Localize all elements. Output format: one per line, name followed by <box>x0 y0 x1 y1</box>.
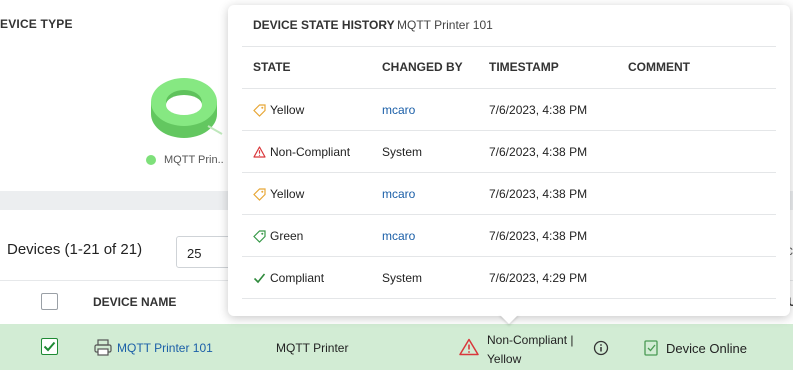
popover-bottom-divider <box>242 298 776 299</box>
history-timestamp: 7/6/2023, 4:29 PM <box>489 271 588 285</box>
donut-legend[interactable]: MQTT Prin.. <box>146 154 224 166</box>
device-type-donut-chart[interactable] <box>148 74 226 140</box>
legend-label: MQTT Prin.. <box>164 154 224 166</box>
history-state: Yellow <box>253 187 304 201</box>
history-timestamp: 7/6/2023, 4:38 PM <box>489 187 588 201</box>
device-state-history-popover: DEVICE STATE HISTORY MQTT Printer 101 ST… <box>228 5 790 316</box>
device-state-cell[interactable]: Non-Compliant | Yellow <box>487 331 573 369</box>
device-type-title: EVICE TYPE <box>0 17 73 31</box>
history-state: Non-Compliant <box>253 145 350 159</box>
tag-icon <box>253 229 266 243</box>
history-row: Yellow mcaro 7/6/2023, 4:38 PM <box>242 88 776 130</box>
column-header-timestamp: TIMESTAMP <box>489 60 559 74</box>
table-row[interactable]: MQTT Printer 101 MQTT Printer Non-Compli… <box>0 324 793 370</box>
column-header-changed-by: CHANGED BY <box>382 60 463 74</box>
column-header-state: STATE <box>253 60 291 74</box>
history-changed-by: System <box>382 145 423 159</box>
history-timestamp: 7/6/2023, 4:38 PM <box>489 145 588 159</box>
history-timestamp: 7/6/2023, 4:38 PM <box>489 229 588 243</box>
device-online-icon <box>644 340 658 356</box>
popover-title: DEVICE STATE HISTORY <box>253 18 395 32</box>
history-state-label: Green <box>270 229 304 243</box>
printer-icon <box>94 339 112 356</box>
checkmark-icon <box>43 341 56 352</box>
history-row: Yellow mcaro 7/6/2023, 4:38 PM <box>242 172 776 214</box>
history-state-label: Yellow <box>270 103 305 117</box>
history-state: Green <box>253 229 303 243</box>
state-line-color: Yellow <box>487 352 522 366</box>
popover-device-name: MQTT Printer 101 <box>397 18 493 32</box>
warning-icon <box>253 146 266 158</box>
history-timestamp: 7/6/2023, 4:38 PM <box>489 103 588 117</box>
device-type-cell: MQTT Printer <box>276 341 349 355</box>
info-icon[interactable] <box>593 340 609 356</box>
warning-icon <box>459 338 479 356</box>
history-state-label: Non-Compliant <box>270 145 351 159</box>
history-row: Green mcaro 7/6/2023, 4:38 PM <box>242 214 776 256</box>
column-header-device-name[interactable]: DEVICE NAME <box>93 295 176 309</box>
history-row: Compliant System 7/6/2023, 4:29 PM <box>242 256 776 298</box>
history-state-label: Yellow <box>270 187 305 201</box>
row-checkbox[interactable] <box>41 338 58 355</box>
popover-divider <box>242 46 776 47</box>
history-changed-by-link[interactable]: mcaro <box>382 229 415 243</box>
device-status-cell: Device Online <box>666 341 747 356</box>
history-changed-by: System <box>382 271 423 285</box>
popover-arrow <box>499 314 519 324</box>
device-name-link[interactable]: MQTT Printer 101 <box>117 341 213 355</box>
history-changed-by-link[interactable]: mcaro <box>382 187 415 201</box>
history-changed-by-link[interactable]: mcaro <box>382 103 415 117</box>
select-all-checkbox[interactable] <box>41 293 58 310</box>
history-state-label: Compliant <box>270 271 325 285</box>
devices-count-title: Devices (1-21 of 21) <box>7 241 143 258</box>
state-line-compliance: Non-Compliant | <box>487 333 574 347</box>
column-header-comment: COMMENT <box>628 60 690 74</box>
tag-icon <box>253 187 266 201</box>
history-row: Non-Compliant System 7/6/2023, 4:38 PM <box>242 130 776 172</box>
legend-dot <box>146 155 156 165</box>
tag-icon <box>253 103 266 117</box>
history-state: Yellow <box>253 103 304 117</box>
history-state: Compliant <box>253 271 324 285</box>
check-icon <box>253 272 266 284</box>
